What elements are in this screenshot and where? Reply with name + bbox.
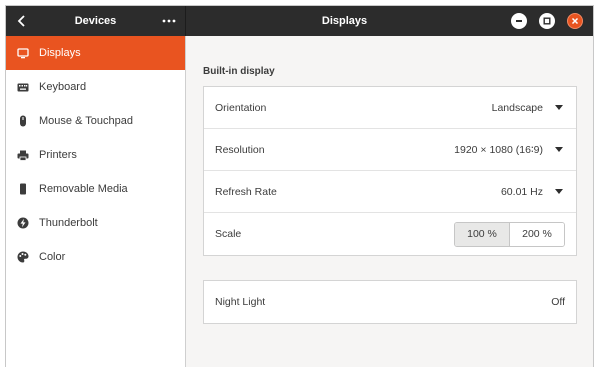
sidebar-item-mouse-touchpad[interactable]: Mouse & Touchpad [6,104,185,138]
refresh-rate-row[interactable]: Refresh Rate 60.01 Hz [204,171,576,213]
keyboard-icon [16,80,30,94]
dropdown-arrow-icon [555,105,563,110]
sidebar-item-thunderbolt[interactable]: Thunderbolt [6,206,185,240]
sidebar-header: Devices [6,6,186,36]
sidebar-item-label: Thunderbolt [39,217,98,229]
printer-icon [16,148,30,162]
removable-media-icon [16,182,30,196]
scale-row: Scale 100 % 200 % [204,213,576,255]
back-button[interactable] [12,11,32,31]
more-dots-icon [162,19,176,23]
display-settings-panel: Orientation Landscape Resolution 1920 × … [203,86,577,256]
sidebar-item-removable-media[interactable]: Removable Media [6,172,185,206]
row-label: Orientation [215,101,267,114]
resolution-value: 1920 × 1080 (16∶9) [454,143,543,156]
section-title: Built-in display [203,66,275,77]
palette-icon [16,250,30,264]
page-title: Displays [321,15,368,27]
minimize-button[interactable] [511,13,527,29]
mouse-icon [16,114,30,128]
sidebar-item-color[interactable]: Color [6,240,185,274]
minimize-icon [516,20,522,22]
main-content: Built-in display Orientation Landscape R… [186,36,593,367]
sidebar-title: Devices [74,15,117,27]
sidebar-item-label: Mouse & Touchpad [39,115,133,127]
row-label: Night Light [215,296,266,308]
resolution-row[interactable]: Resolution 1920 × 1080 (16∶9) [204,129,576,171]
night-light-panel: Night Light Off [203,280,577,324]
more-options-button[interactable] [159,11,179,31]
settings-window: Devices Displays Displays Keyboard Mouse… [5,5,594,367]
row-label: Resolution [215,143,265,156]
sidebar-item-label: Keyboard [39,81,87,93]
thunderbolt-icon [16,216,30,230]
sidebar-item-keyboard[interactable]: Keyboard [6,70,185,104]
refresh-rate-value: 60.01 Hz [500,185,543,198]
maximize-button[interactable] [539,13,555,29]
row-label: Refresh Rate [215,185,277,198]
sidebar-item-label: Removable Media [39,183,128,195]
sidebar-item-label: Displays [39,47,81,59]
sidebar-item-printers[interactable]: Printers [6,138,185,172]
night-light-row[interactable]: Night Light Off [204,281,576,323]
close-button[interactable] [567,13,583,29]
scale-200-button[interactable]: 200 % [509,222,564,246]
scale-toggle-group: 100 % 200 % [454,221,565,247]
row-label: Scale [215,228,242,240]
monitor-icon [16,46,30,60]
dropdown-arrow-icon [555,189,563,194]
sidebar-item-displays[interactable]: Displays [6,36,185,70]
sidebar-item-label: Printers [39,149,77,161]
night-light-status: Off [551,296,565,308]
scale-100-button[interactable]: 100 % [455,222,509,246]
dropdown-arrow-icon [555,147,563,152]
chevron-left-icon [17,15,25,27]
titlebar: Devices Displays [6,6,593,36]
sidebar: Displays Keyboard Mouse & Touchpad Print… [6,36,186,367]
close-icon [571,17,579,25]
orientation-value: Landscape [491,101,543,114]
maximize-icon [543,17,551,25]
sidebar-item-label: Color [39,251,66,263]
orientation-row[interactable]: Orientation Landscape [204,87,576,129]
